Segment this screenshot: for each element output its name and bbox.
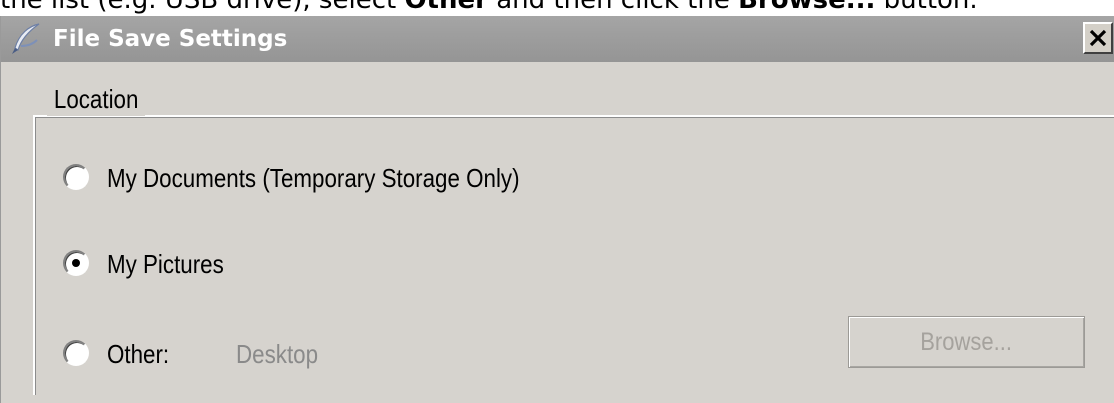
radio-selected-dot bbox=[72, 259, 80, 267]
close-button[interactable] bbox=[1083, 22, 1113, 54]
browse-button[interactable]: Browse... bbox=[848, 316, 1085, 368]
title-bar[interactable]: File Save Settings bbox=[1, 16, 1114, 62]
browse-button-label: Browse... bbox=[920, 327, 1013, 356]
radio-label[interactable]: My Pictures bbox=[107, 248, 224, 280]
location-legend: Location bbox=[47, 82, 146, 116]
radio-circle[interactable] bbox=[63, 164, 89, 190]
other-location-value: Desktop bbox=[236, 339, 319, 369]
radio-label[interactable]: My Documents (Temporary Storage Only) bbox=[107, 162, 520, 194]
instruction-caption: the list (e.g. USB drive), select Other … bbox=[0, 0, 1114, 16]
radio-circle[interactable] bbox=[63, 250, 89, 276]
dialog-title: File Save Settings bbox=[53, 26, 288, 52]
feather-quill-icon bbox=[9, 22, 43, 56]
radio-circle[interactable] bbox=[63, 340, 89, 366]
instruction-text: the list (e.g. USB drive), select Other … bbox=[0, 0, 978, 15]
radio-label[interactable]: Other: bbox=[107, 338, 169, 370]
